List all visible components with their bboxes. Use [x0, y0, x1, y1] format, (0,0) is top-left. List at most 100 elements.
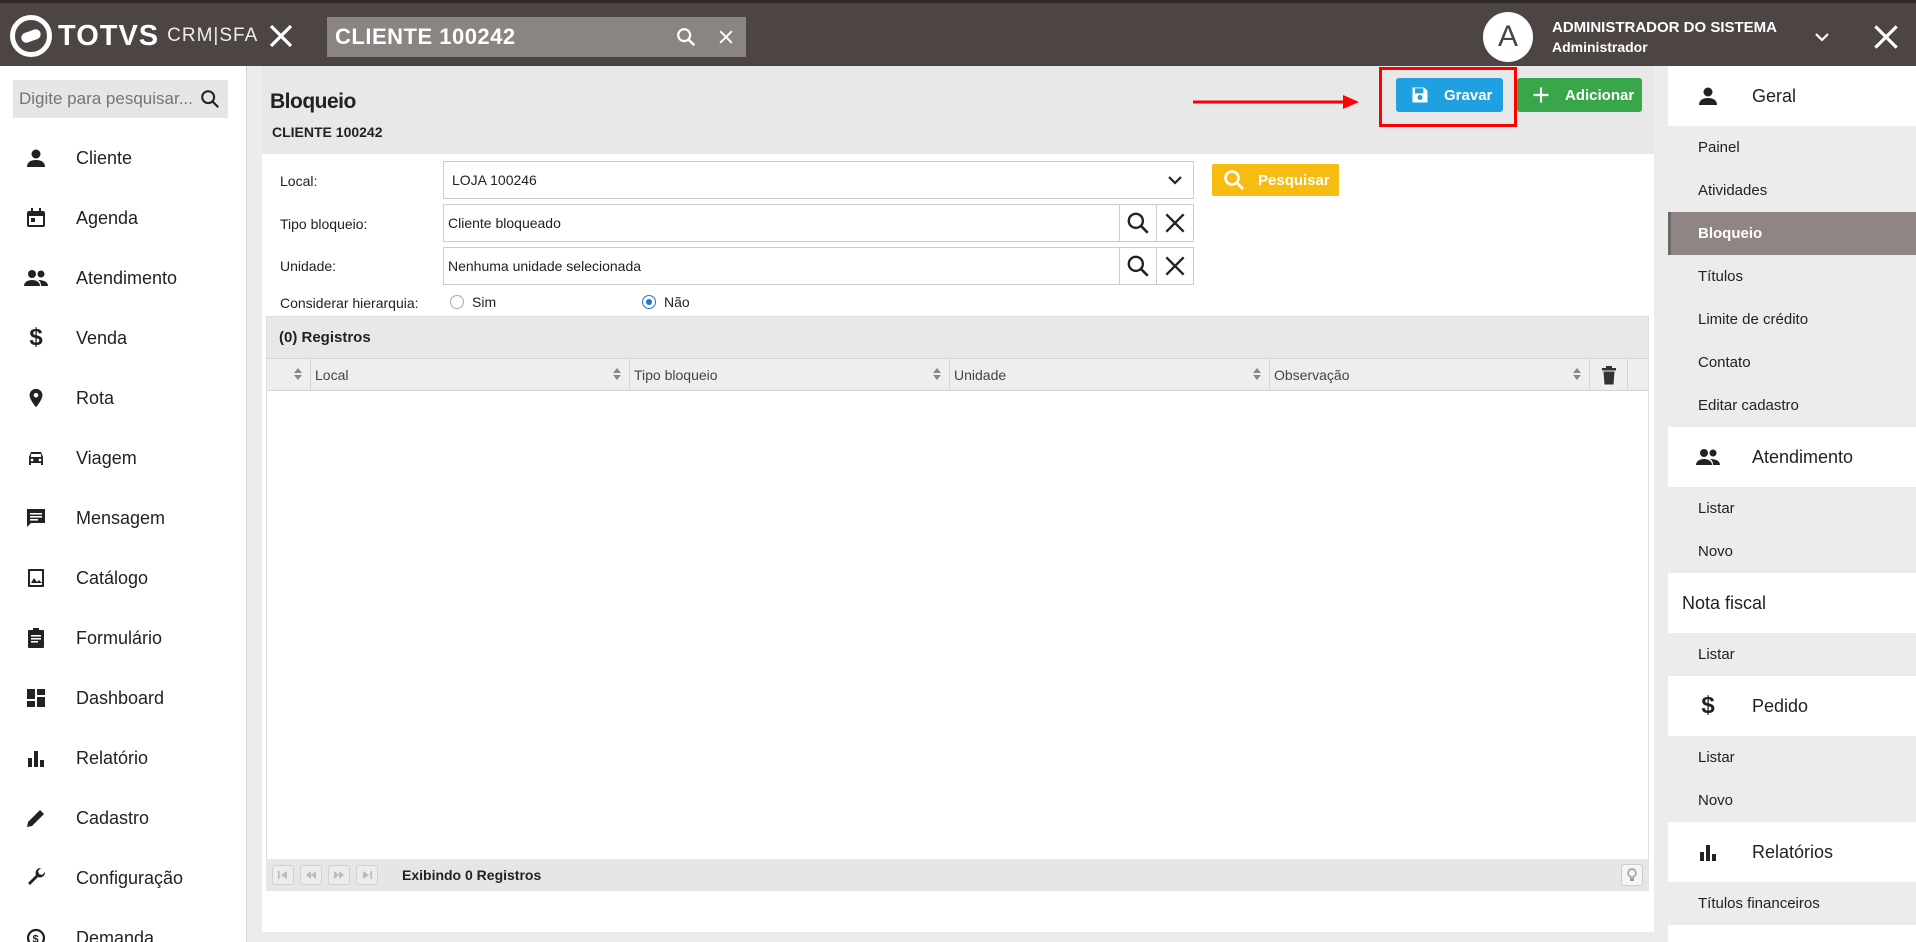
sidebar-item-cliente[interactable]: Cliente: [0, 128, 246, 188]
sort-icon[interactable]: [1573, 368, 1581, 380]
sidebar-item-atendimento[interactable]: Atendimento: [0, 248, 246, 308]
global-search-value[interactable]: CLIENTE 100242: [335, 24, 666, 50]
first-page-icon[interactable]: [272, 865, 294, 885]
close-menu-icon[interactable]: [266, 21, 296, 51]
sort-icon[interactable]: [933, 368, 941, 380]
sidebar-search[interactable]: [13, 80, 228, 118]
next-page-icon[interactable]: [328, 865, 350, 885]
sidebar-item-relatorio[interactable]: Relatório: [0, 728, 246, 788]
sidebar-item-agenda[interactable]: Agenda: [0, 188, 246, 248]
column-header-tipo-bloqueio[interactable]: Tipo bloqueio: [630, 359, 950, 390]
sidebar-item-cadastro[interactable]: Cadastro: [0, 788, 246, 848]
lightbulb-icon[interactable]: [1621, 864, 1643, 886]
sidebar-item-viagem[interactable]: Viagem: [0, 428, 246, 488]
sidebar-item-label: Venda: [76, 327, 128, 348]
sidebar-item-label: Relatório: [76, 747, 149, 768]
radio-nao[interactable]: Não: [642, 294, 690, 310]
column-header-select[interactable]: [267, 359, 311, 390]
search-icon[interactable]: [1119, 248, 1156, 284]
unidade-field[interactable]: Nenhuma unidade selecionada: [443, 247, 1194, 285]
sidebar-item-formulario[interactable]: Formulário: [0, 608, 246, 668]
menu-item-atividades[interactable]: Atividades: [1668, 169, 1916, 212]
sidebar-item-catalogo[interactable]: Catálogo: [0, 548, 246, 608]
menu-item-novo[interactable]: Novo: [1668, 530, 1916, 573]
search-button-label: Pesquisar: [1258, 171, 1330, 189]
section-relatorios[interactable]: Relatórios: [1668, 822, 1916, 882]
section-atendimento-items: Listar Novo: [1668, 487, 1916, 573]
column-header-unidade[interactable]: Unidade: [950, 359, 1270, 390]
trash-icon[interactable]: [1600, 365, 1618, 385]
tipo-bloqueio-value: Cliente bloqueado: [448, 215, 561, 231]
section-pedido[interactable]: $ Pedido: [1668, 676, 1916, 736]
menu-item-titulos-financeiros[interactable]: Títulos financeiros: [1668, 882, 1916, 925]
sidebar-item-venda[interactable]: $ Venda: [0, 308, 246, 368]
grid-column-headers: Local Tipo bloqueio Unidade Observação: [267, 359, 1648, 391]
menu-item-novo[interactable]: Novo: [1668, 779, 1916, 822]
radio-sim-circle[interactable]: [450, 295, 464, 309]
radio-nao-circle[interactable]: [642, 295, 656, 309]
search-icon[interactable]: [666, 17, 706, 57]
last-page-icon[interactable]: [356, 865, 378, 885]
menu-item-listar[interactable]: Listar: [1668, 633, 1916, 676]
column-header-label: Tipo bloqueio: [634, 366, 718, 383]
menu-item-contato[interactable]: Contato: [1668, 341, 1916, 384]
prev-page-icon[interactable]: [300, 865, 322, 885]
clear-icon[interactable]: [1156, 205, 1193, 241]
sidebar-item-dashboard[interactable]: Dashboard: [0, 668, 246, 728]
sidebar-item-label: Cliente: [76, 147, 133, 168]
clear-icon[interactable]: [1156, 248, 1193, 284]
totvs-logo-icon: [10, 15, 52, 57]
search-icon: [1224, 170, 1244, 190]
close-icon[interactable]: [1870, 21, 1902, 53]
sort-icon[interactable]: [613, 368, 621, 380]
local-label: Local:: [280, 173, 318, 189]
search-icon[interactable]: [1119, 205, 1156, 241]
user-info[interactable]: ADMINISTRADOR DO SISTEMA Administrador: [1552, 19, 1777, 55]
section-atendimento[interactable]: Atendimento: [1668, 427, 1916, 487]
sidebar-item-mensagem[interactable]: Mensagem: [0, 488, 246, 548]
clear-search-icon[interactable]: [706, 17, 746, 57]
section-pedido-items: Listar Novo: [1668, 736, 1916, 822]
sidebar-item-rota[interactable]: Rota: [0, 368, 246, 428]
sidebar-item-configuracao[interactable]: Configuração: [0, 848, 246, 908]
save-button[interactable]: Gravar: [1396, 78, 1503, 112]
brand-name: TOTVS: [58, 19, 160, 52]
search-button[interactable]: Pesquisar: [1212, 164, 1339, 196]
global-search[interactable]: CLIENTE 100242: [327, 17, 746, 57]
search-icon[interactable]: [195, 84, 225, 114]
radio-sim[interactable]: Sim: [450, 294, 496, 310]
local-select[interactable]: LOJA 100246: [443, 161, 1194, 199]
sidebar-search-input[interactable]: [19, 89, 195, 109]
tipo-bloqueio-field[interactable]: Cliente bloqueado: [443, 204, 1194, 242]
section-label: Geral: [1752, 85, 1797, 106]
menu-item-editar-cadastro[interactable]: Editar cadastro: [1668, 384, 1916, 427]
menu-item-bloqueio[interactable]: Bloqueio: [1668, 212, 1916, 255]
column-header-local[interactable]: Local: [311, 359, 630, 390]
user-role: Administrador: [1552, 39, 1648, 55]
section-label: Relatórios: [1752, 841, 1834, 862]
right-sidebar: Geral Painel Atividades Bloqueio Títulos…: [1668, 66, 1916, 942]
sort-icon[interactable]: [294, 368, 302, 380]
grid-header: (0) Registros: [267, 317, 1648, 359]
calendar-icon: [22, 204, 50, 232]
annotation-arrow: [1193, 95, 1359, 109]
menu-item-titulos[interactable]: Títulos: [1668, 255, 1916, 298]
column-header-delete[interactable]: [1590, 359, 1628, 390]
local-select-value: LOJA 100246: [452, 172, 537, 188]
section-geral[interactable]: Geral: [1668, 66, 1916, 126]
sort-icon[interactable]: [1253, 368, 1261, 380]
avatar[interactable]: A: [1483, 12, 1533, 62]
person-icon: [1694, 82, 1722, 110]
menu-item-listar[interactable]: Listar: [1668, 736, 1916, 779]
menu-item-limite-credito[interactable]: Limite de crédito: [1668, 298, 1916, 341]
menu-item-painel[interactable]: Painel: [1668, 126, 1916, 169]
car-icon: [22, 444, 50, 472]
wrench-icon: [22, 864, 50, 892]
menu-item-listar[interactable]: Listar: [1668, 487, 1916, 530]
section-nota-fiscal[interactable]: Nota fiscal: [1668, 573, 1916, 633]
column-header-observacao[interactable]: Observação: [1270, 359, 1590, 390]
add-button[interactable]: Adicionar: [1517, 78, 1642, 112]
sidebar-item-demanda[interactable]: $ Demanda: [0, 908, 246, 942]
tipo-bloqueio-label: Tipo bloqueio:: [280, 216, 368, 232]
chevron-down-icon[interactable]: [1810, 25, 1834, 49]
